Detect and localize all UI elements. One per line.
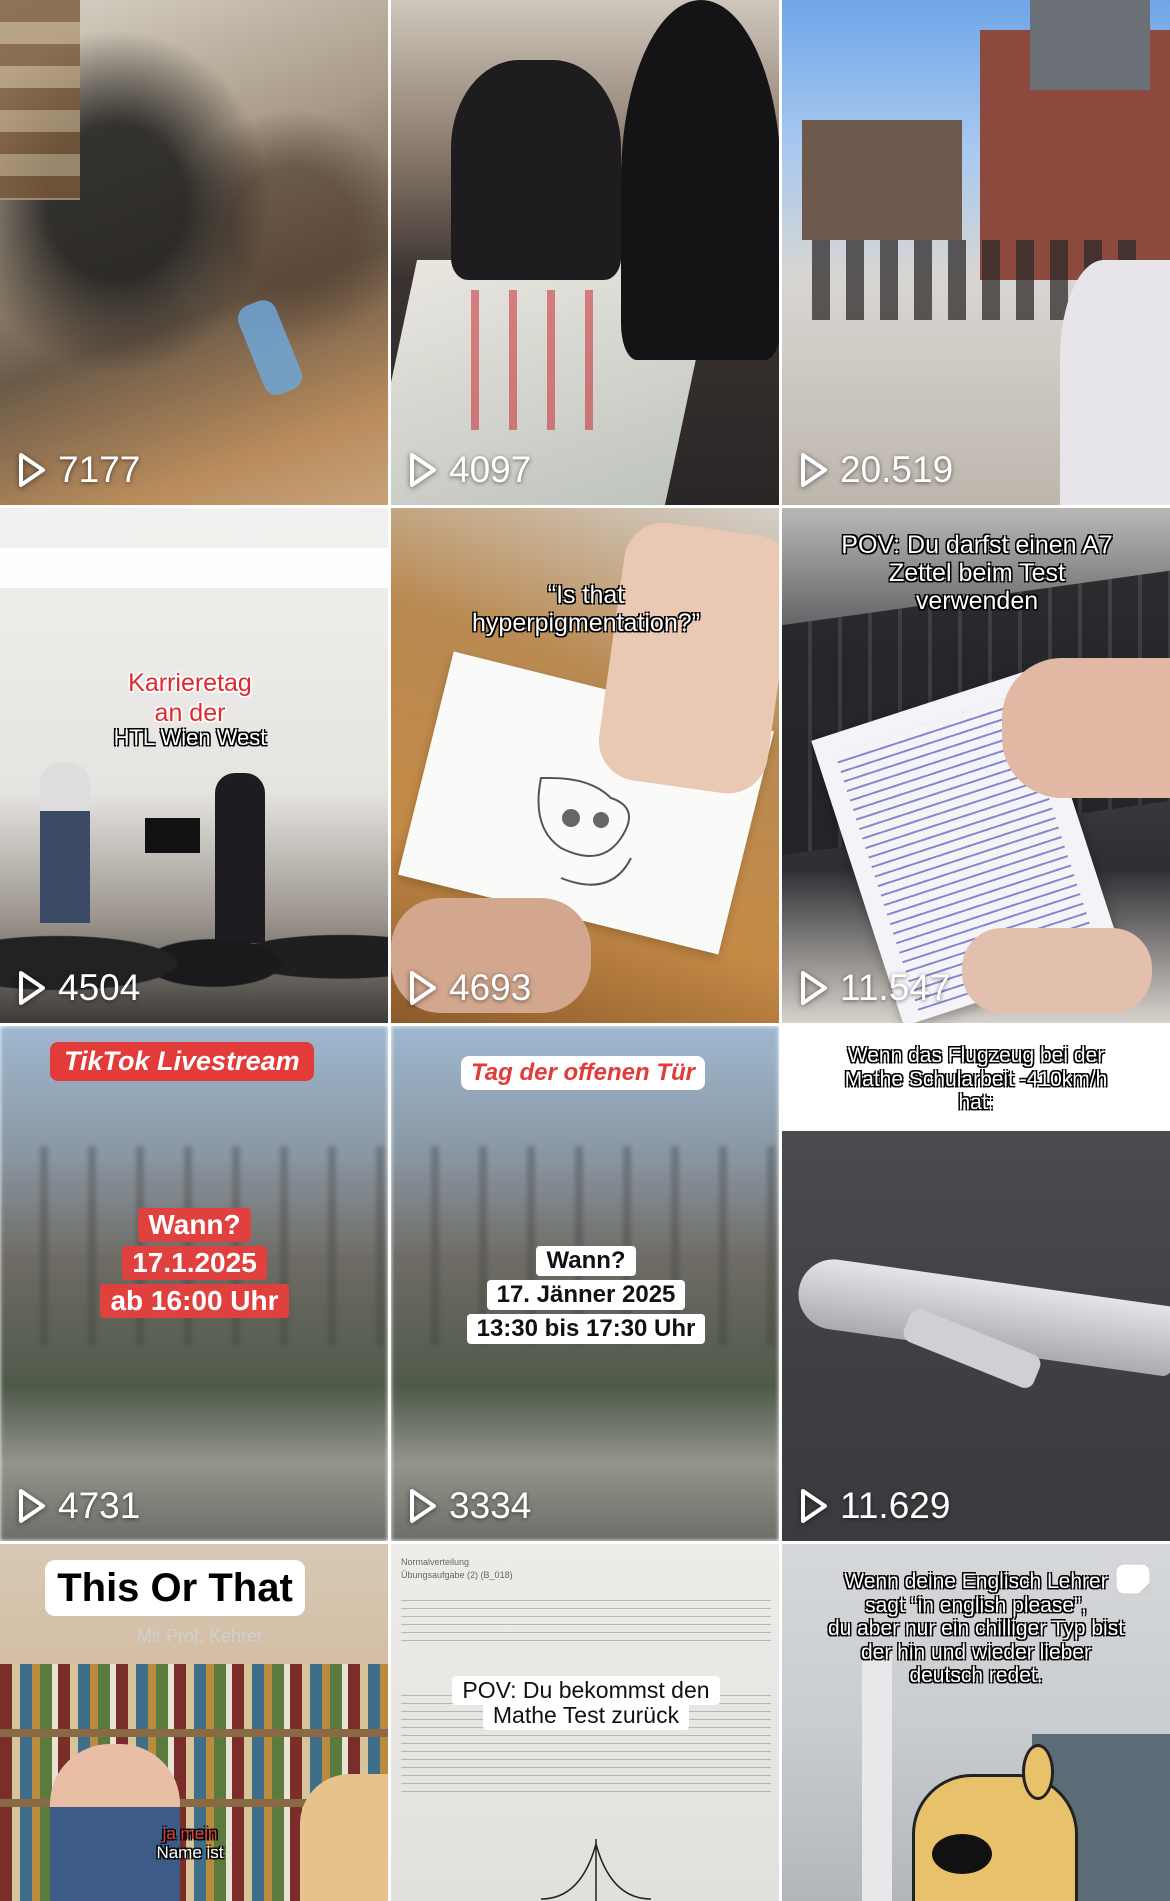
video-caption: Wenn das Flugzeug bei der Mathe Schularb… xyxy=(844,1044,1108,1115)
view-count: 4693 xyxy=(409,967,531,1009)
play-icon xyxy=(801,971,827,1005)
video-caption: Karrieretag an der xyxy=(128,669,252,727)
event-info: Wann? 17. Jänner 2025 13:30 bis 17:30 Uh… xyxy=(451,1244,721,1346)
video-thumbnail-4[interactable]: Karrieretag an der HTL Wien West 4504 xyxy=(0,508,388,1023)
view-count: 4097 xyxy=(409,449,531,491)
video-thumbnail-5[interactable]: “Is that hyperpigmentation?” 4693 xyxy=(391,508,779,1023)
video-thumbnail-2[interactable]: 4097 xyxy=(391,0,779,505)
video-thumbnail-10[interactable]: This Or That Mit Prof. Kehrer ja mein Na… xyxy=(0,1544,388,1901)
video-thumbnail-7[interactable]: TikTok Livestream Wann? 17.1.2025 ab 16:… xyxy=(0,1026,388,1541)
video-thumbnail-1[interactable]: 7177 xyxy=(0,0,388,505)
video-thumbnail-6[interactable]: POV: Du darfst einen A7 Zettel beim Test… xyxy=(782,508,1170,1023)
view-count: 7177 xyxy=(18,449,140,491)
video-caption: Wenn deine Englisch Lehrer sagt “in engl… xyxy=(827,1570,1125,1688)
view-count: 3334 xyxy=(409,1485,531,1527)
doodle-drawing xyxy=(537,777,632,886)
view-count-text: 20.519 xyxy=(840,449,954,490)
view-count-text: 4693 xyxy=(449,967,532,1008)
view-count: 11.629 xyxy=(800,1485,950,1527)
play-icon xyxy=(19,971,45,1005)
video-caption: “Is that hyperpigmentation?” xyxy=(472,581,700,637)
video-caption: POV: Du bekommst den Mathe Test zurück xyxy=(441,1674,731,1732)
play-icon xyxy=(801,453,827,487)
view-count-text: 4731 xyxy=(58,1485,141,1526)
play-icon xyxy=(801,1489,827,1523)
video-thumbnail-12[interactable]: Wenn deine Englisch Lehrer sagt “in engl… xyxy=(782,1544,1170,1901)
event-info: Wann? 17.1.2025 ab 16:00 Uhr xyxy=(92,1206,297,1320)
play-icon xyxy=(19,453,45,487)
view-count-text: 4504 xyxy=(58,967,141,1008)
video-grid: 7177 4097 20.519 Karrieretag an der HTL … xyxy=(0,0,1170,1901)
video-thumbnail-3[interactable]: 20.519 xyxy=(782,0,1170,505)
play-icon xyxy=(410,971,436,1005)
video-caption-line: HTL Wien West xyxy=(113,725,267,750)
video-thumbnail-11[interactable]: Normalverteilung Übungsaufgabe (2) (B_01… xyxy=(391,1544,779,1901)
view-count-text: 11.547 xyxy=(840,967,951,1008)
view-count: 20.519 xyxy=(800,449,953,491)
view-count-text: 11.629 xyxy=(840,1485,951,1526)
open-day-banner: Tag der offenen Tür xyxy=(461,1056,706,1090)
this-or-that-title: This Or That xyxy=(45,1560,305,1616)
livestream-banner: TikTok Livestream xyxy=(50,1042,314,1081)
view-count: 4504 xyxy=(18,967,140,1009)
video-thumbnail-9[interactable]: Wenn das Flugzeug bei der Mathe Schularb… xyxy=(782,1026,1170,1541)
video-subtitle: Mit Prof. Kehrer xyxy=(136,1626,264,1646)
video-caption: POV: Du darfst einen A7 Zettel beim Test… xyxy=(841,531,1113,615)
view-count: 11.547 xyxy=(800,967,950,1009)
play-icon xyxy=(19,1489,45,1523)
view-count-text: 4097 xyxy=(449,449,532,490)
video-thumbnail-8[interactable]: Tag der offenen Tür Wann? 17. Jänner 202… xyxy=(391,1026,779,1541)
video-caption: ja mein Name ist xyxy=(156,1824,224,1863)
sticker-icon[interactable] xyxy=(1112,1560,1156,1604)
view-count: 4731 xyxy=(18,1485,140,1527)
play-icon xyxy=(410,453,436,487)
view-count-text: 7177 xyxy=(58,449,141,490)
play-icon xyxy=(410,1489,436,1523)
view-count-text: 3334 xyxy=(449,1485,532,1526)
